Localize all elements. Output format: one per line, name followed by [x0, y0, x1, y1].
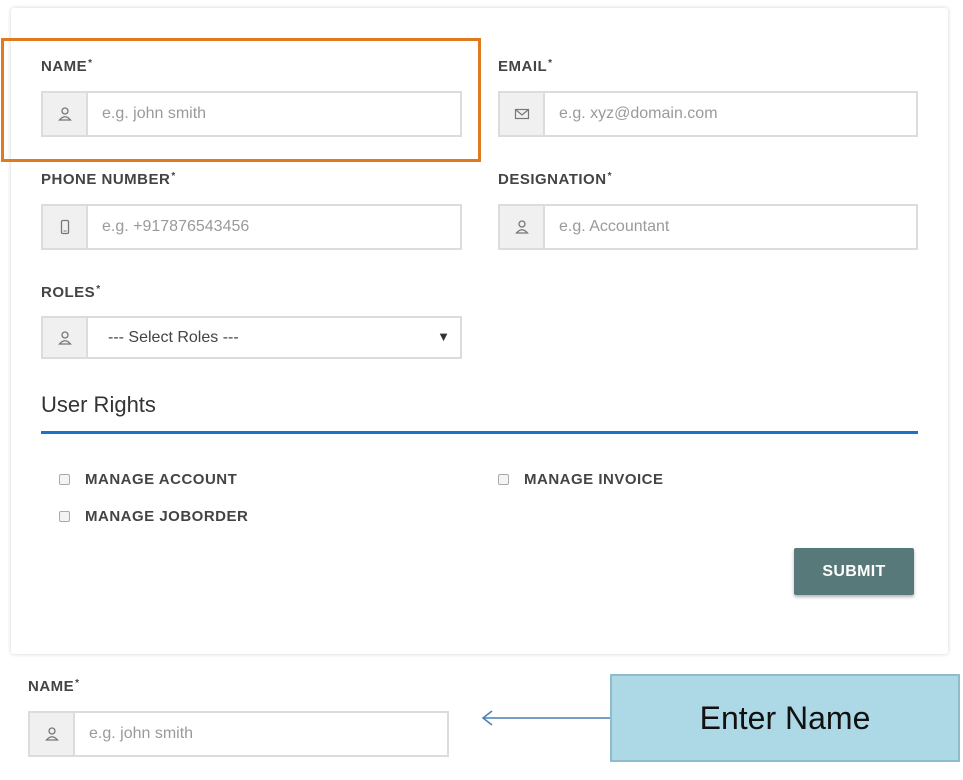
envelope-icon: [500, 93, 545, 135]
checkbox-box[interactable]: [498, 474, 509, 485]
zoom-name-field[interactable]: [28, 711, 449, 757]
checkbox-box[interactable]: [59, 474, 70, 485]
zoom-name-input[interactable]: [75, 713, 447, 755]
user-icon: [43, 318, 88, 357]
roles-select[interactable]: --- Select Roles ---: [88, 318, 460, 357]
checkbox-box[interactable]: [59, 511, 70, 522]
phone-field[interactable]: [41, 204, 462, 250]
designation-field[interactable]: [498, 204, 918, 250]
zoom-name-label: NAME*: [28, 678, 80, 695]
checkbox-label: MANAGE ACCOUNT: [85, 471, 238, 488]
checkbox-label: MANAGE JOBORDER: [85, 508, 249, 525]
designation-input[interactable]: [545, 206, 916, 248]
checkbox-label: MANAGE INVOICE: [524, 471, 664, 488]
email-label: EMAIL*: [498, 58, 553, 75]
user-icon: [500, 206, 545, 248]
user-icon: [30, 713, 75, 755]
designation-label: DESIGNATION*: [498, 171, 612, 188]
checkbox-manage-invoice[interactable]: MANAGE INVOICE: [498, 471, 664, 488]
phone-input[interactable]: [88, 206, 460, 248]
section-divider: [41, 431, 918, 434]
email-field[interactable]: [498, 91, 918, 137]
submit-button[interactable]: SUBMIT: [794, 548, 914, 595]
user-rights-heading: User Rights: [41, 392, 156, 417]
instruction-callout: Enter Name: [610, 674, 960, 762]
roles-field[interactable]: --- Select Roles --- ▼: [41, 316, 462, 359]
checkbox-manage-joborder[interactable]: MANAGE JOBORDER: [59, 508, 248, 525]
email-input[interactable]: [545, 93, 916, 135]
roles-label: ROLES*: [41, 284, 101, 301]
checkbox-manage-account[interactable]: MANAGE ACCOUNT: [59, 471, 237, 488]
phone-label: PHONE NUMBER*: [41, 171, 176, 188]
arrow-left-icon: [481, 710, 610, 726]
mobile-icon: [43, 206, 88, 248]
name-field-highlight: [1, 38, 481, 162]
